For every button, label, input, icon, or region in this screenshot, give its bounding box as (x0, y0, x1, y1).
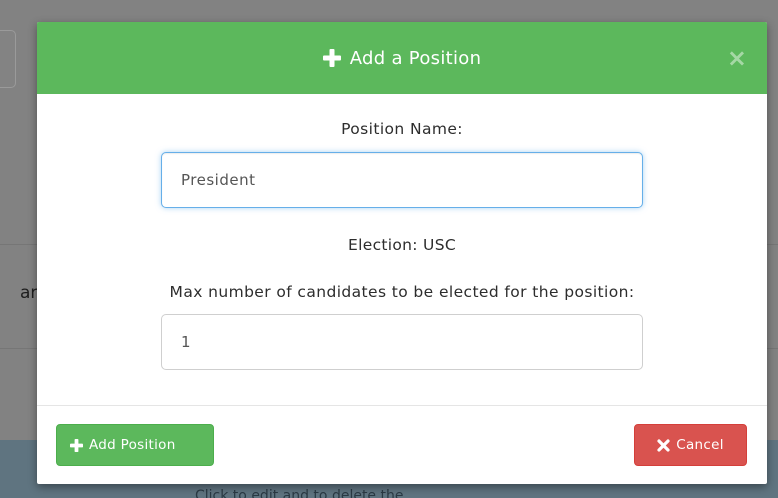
background-partial-text: ar (20, 283, 38, 303)
background-hint-text: Click to edit and to delete the (195, 488, 404, 498)
plus-icon (70, 438, 83, 452)
times-icon (657, 438, 670, 452)
position-name-label: Position Name: (341, 120, 463, 138)
modal-title-text: Add a Position (349, 47, 482, 69)
modal-footer: Add Position Cancel (37, 405, 767, 484)
election-info: Election: USC (348, 236, 456, 254)
modal-body: Position Name: Election: USC Max number … (37, 94, 767, 370)
add-position-modal: Add a Position × Position Name: Election… (37, 22, 767, 484)
max-candidates-label: Max number of candidates to be elected f… (169, 283, 635, 301)
add-position-button[interactable]: Add Position (56, 424, 214, 466)
cancel-button[interactable]: Cancel (634, 424, 747, 466)
modal-title: Add a Position (322, 47, 482, 69)
plus-icon (322, 49, 341, 67)
background-input-fragment (0, 30, 16, 88)
cancel-button-label: Cancel (676, 437, 724, 453)
max-candidates-input[interactable] (161, 314, 643, 370)
close-icon[interactable]: × (727, 46, 747, 70)
position-name-input[interactable] (161, 152, 643, 208)
modal-header: Add a Position × (37, 22, 767, 94)
add-position-button-label: Add Position (89, 437, 176, 453)
